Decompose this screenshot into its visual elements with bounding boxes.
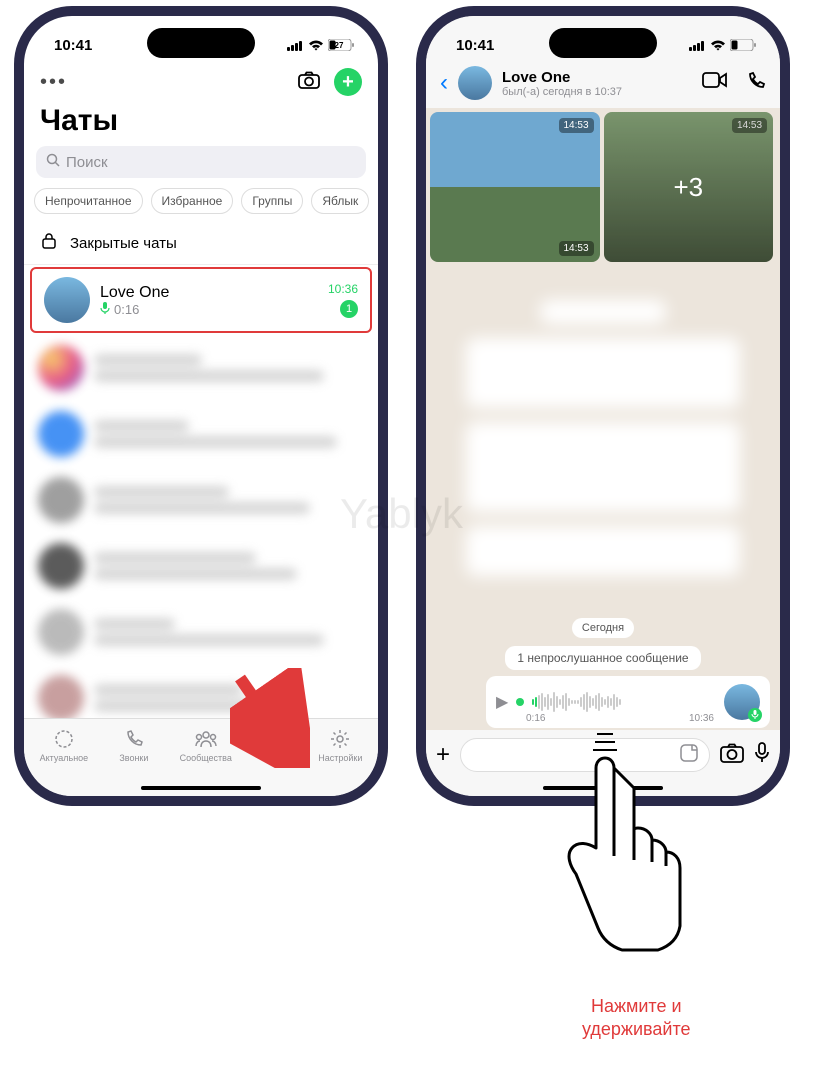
camera-icon[interactable] (298, 71, 320, 94)
media-thumbnail-more[interactable]: 14:53 +3 (604, 112, 774, 262)
lock-icon (40, 232, 58, 254)
wifi-icon (308, 40, 324, 51)
chat-header: ‹ Love One был(-а) сегодня в 10:37 (426, 60, 780, 108)
compose-button[interactable]: + (334, 68, 362, 96)
locked-chats[interactable]: Закрытые чаты (24, 224, 378, 265)
chat-name: Love One (100, 284, 318, 302)
back-button[interactable]: ‹ (440, 69, 448, 97)
tab-bar: Актуальное Звонки Сообщества 1 Чаты Наст… (24, 718, 378, 796)
camera-icon[interactable] (720, 743, 744, 768)
avatar[interactable] (458, 66, 492, 100)
hand-label: Нажмите иудерживайте (582, 995, 691, 1042)
voice-message[interactable]: ▶ 0:16 10:36 (486, 676, 770, 728)
hand-pointer-icon (528, 728, 698, 1013)
filter-row: Непрочитанное Избранное Группы Яблык (24, 188, 378, 224)
contact-name: Love One (502, 69, 692, 86)
voice-avatar (724, 684, 760, 720)
media-thumbnail[interactable]: 14:53 14:53 (430, 112, 600, 262)
more-icon[interactable]: ••• (40, 71, 67, 94)
locked-label: Закрытые чаты (70, 235, 177, 252)
blurred-chats (24, 335, 378, 731)
tab-updates[interactable]: Актуальное (40, 727, 89, 763)
battery-icon: 27 (328, 39, 354, 51)
avatar (44, 277, 90, 323)
video-call-icon[interactable] (702, 71, 728, 96)
dynamic-island (549, 28, 657, 58)
chat-body[interactable]: 14:53 14:53 14:53 +3 Сегодня 1 непрослуш… (426, 108, 780, 728)
dynamic-island (147, 28, 255, 58)
mic-icon (748, 708, 762, 722)
media-time: 14:53 (559, 241, 594, 256)
blurred-messages (426, 266, 780, 610)
mic-icon (100, 302, 110, 317)
signal-icon (287, 40, 304, 51)
gear-icon (328, 727, 352, 751)
voice-unread-dot (516, 698, 524, 706)
filter-pill[interactable]: Непрочитанное (34, 188, 143, 214)
voice-duration: 0:16 (114, 302, 139, 317)
unread-divider: 1 непрослушанное сообщение (505, 646, 700, 670)
search-input[interactable]: Поиск (36, 146, 366, 178)
chat-row-love-one[interactable]: Love One 0:16 10:36 1 (30, 267, 372, 333)
signal-icon (689, 40, 706, 51)
home-indicator (141, 786, 261, 790)
search-icon (46, 153, 60, 171)
contact-status: был(-а) сегодня в 10:37 (502, 86, 692, 98)
red-arrow (230, 668, 310, 773)
tab-calls[interactable]: Звонки (119, 727, 148, 763)
chat-time: 10:36 (328, 282, 358, 296)
community-icon (194, 727, 218, 751)
header-info[interactable]: Love One был(-а) сегодня в 10:37 (502, 69, 692, 98)
tab-settings[interactable]: Настройки (318, 727, 362, 763)
attach-button[interactable]: + (436, 741, 450, 769)
play-icon[interactable]: ▶ (496, 692, 508, 712)
filter-pill[interactable]: Яблык (311, 188, 369, 214)
filter-pill[interactable]: Группы (241, 188, 303, 214)
tab-communities[interactable]: Сообщества (180, 727, 232, 763)
voice-time: 10:36 (689, 713, 714, 724)
filter-pill[interactable]: Избранное (151, 188, 234, 214)
phone-icon (122, 727, 146, 751)
mic-button[interactable] (754, 742, 770, 769)
wifi-icon (710, 40, 726, 51)
updates-icon (52, 727, 76, 751)
media-more-count: +3 (604, 112, 774, 262)
audio-call-icon[interactable] (746, 71, 766, 96)
voice-duration: 0:16 (526, 713, 545, 724)
watermark: Yablyk (340, 490, 463, 538)
status-time: 10:41 (54, 37, 92, 54)
status-time: 10:41 (456, 37, 494, 54)
phone-right: 10:41 ‹ Love One был(-а) сегодня в 10:37… (416, 6, 790, 806)
battery-icon (730, 39, 756, 51)
svg-text:27: 27 (335, 41, 344, 50)
date-pill: Сегодня (572, 618, 634, 638)
waveform[interactable] (532, 691, 716, 713)
media-time: 14:53 (559, 118, 594, 133)
phone-left: 10:41 27 ••• + Чаты Поиск Непрочитанное … (14, 6, 388, 806)
page-title: Чаты (24, 100, 378, 146)
search-placeholder: Поиск (66, 154, 108, 171)
unread-badge: 1 (340, 300, 358, 318)
